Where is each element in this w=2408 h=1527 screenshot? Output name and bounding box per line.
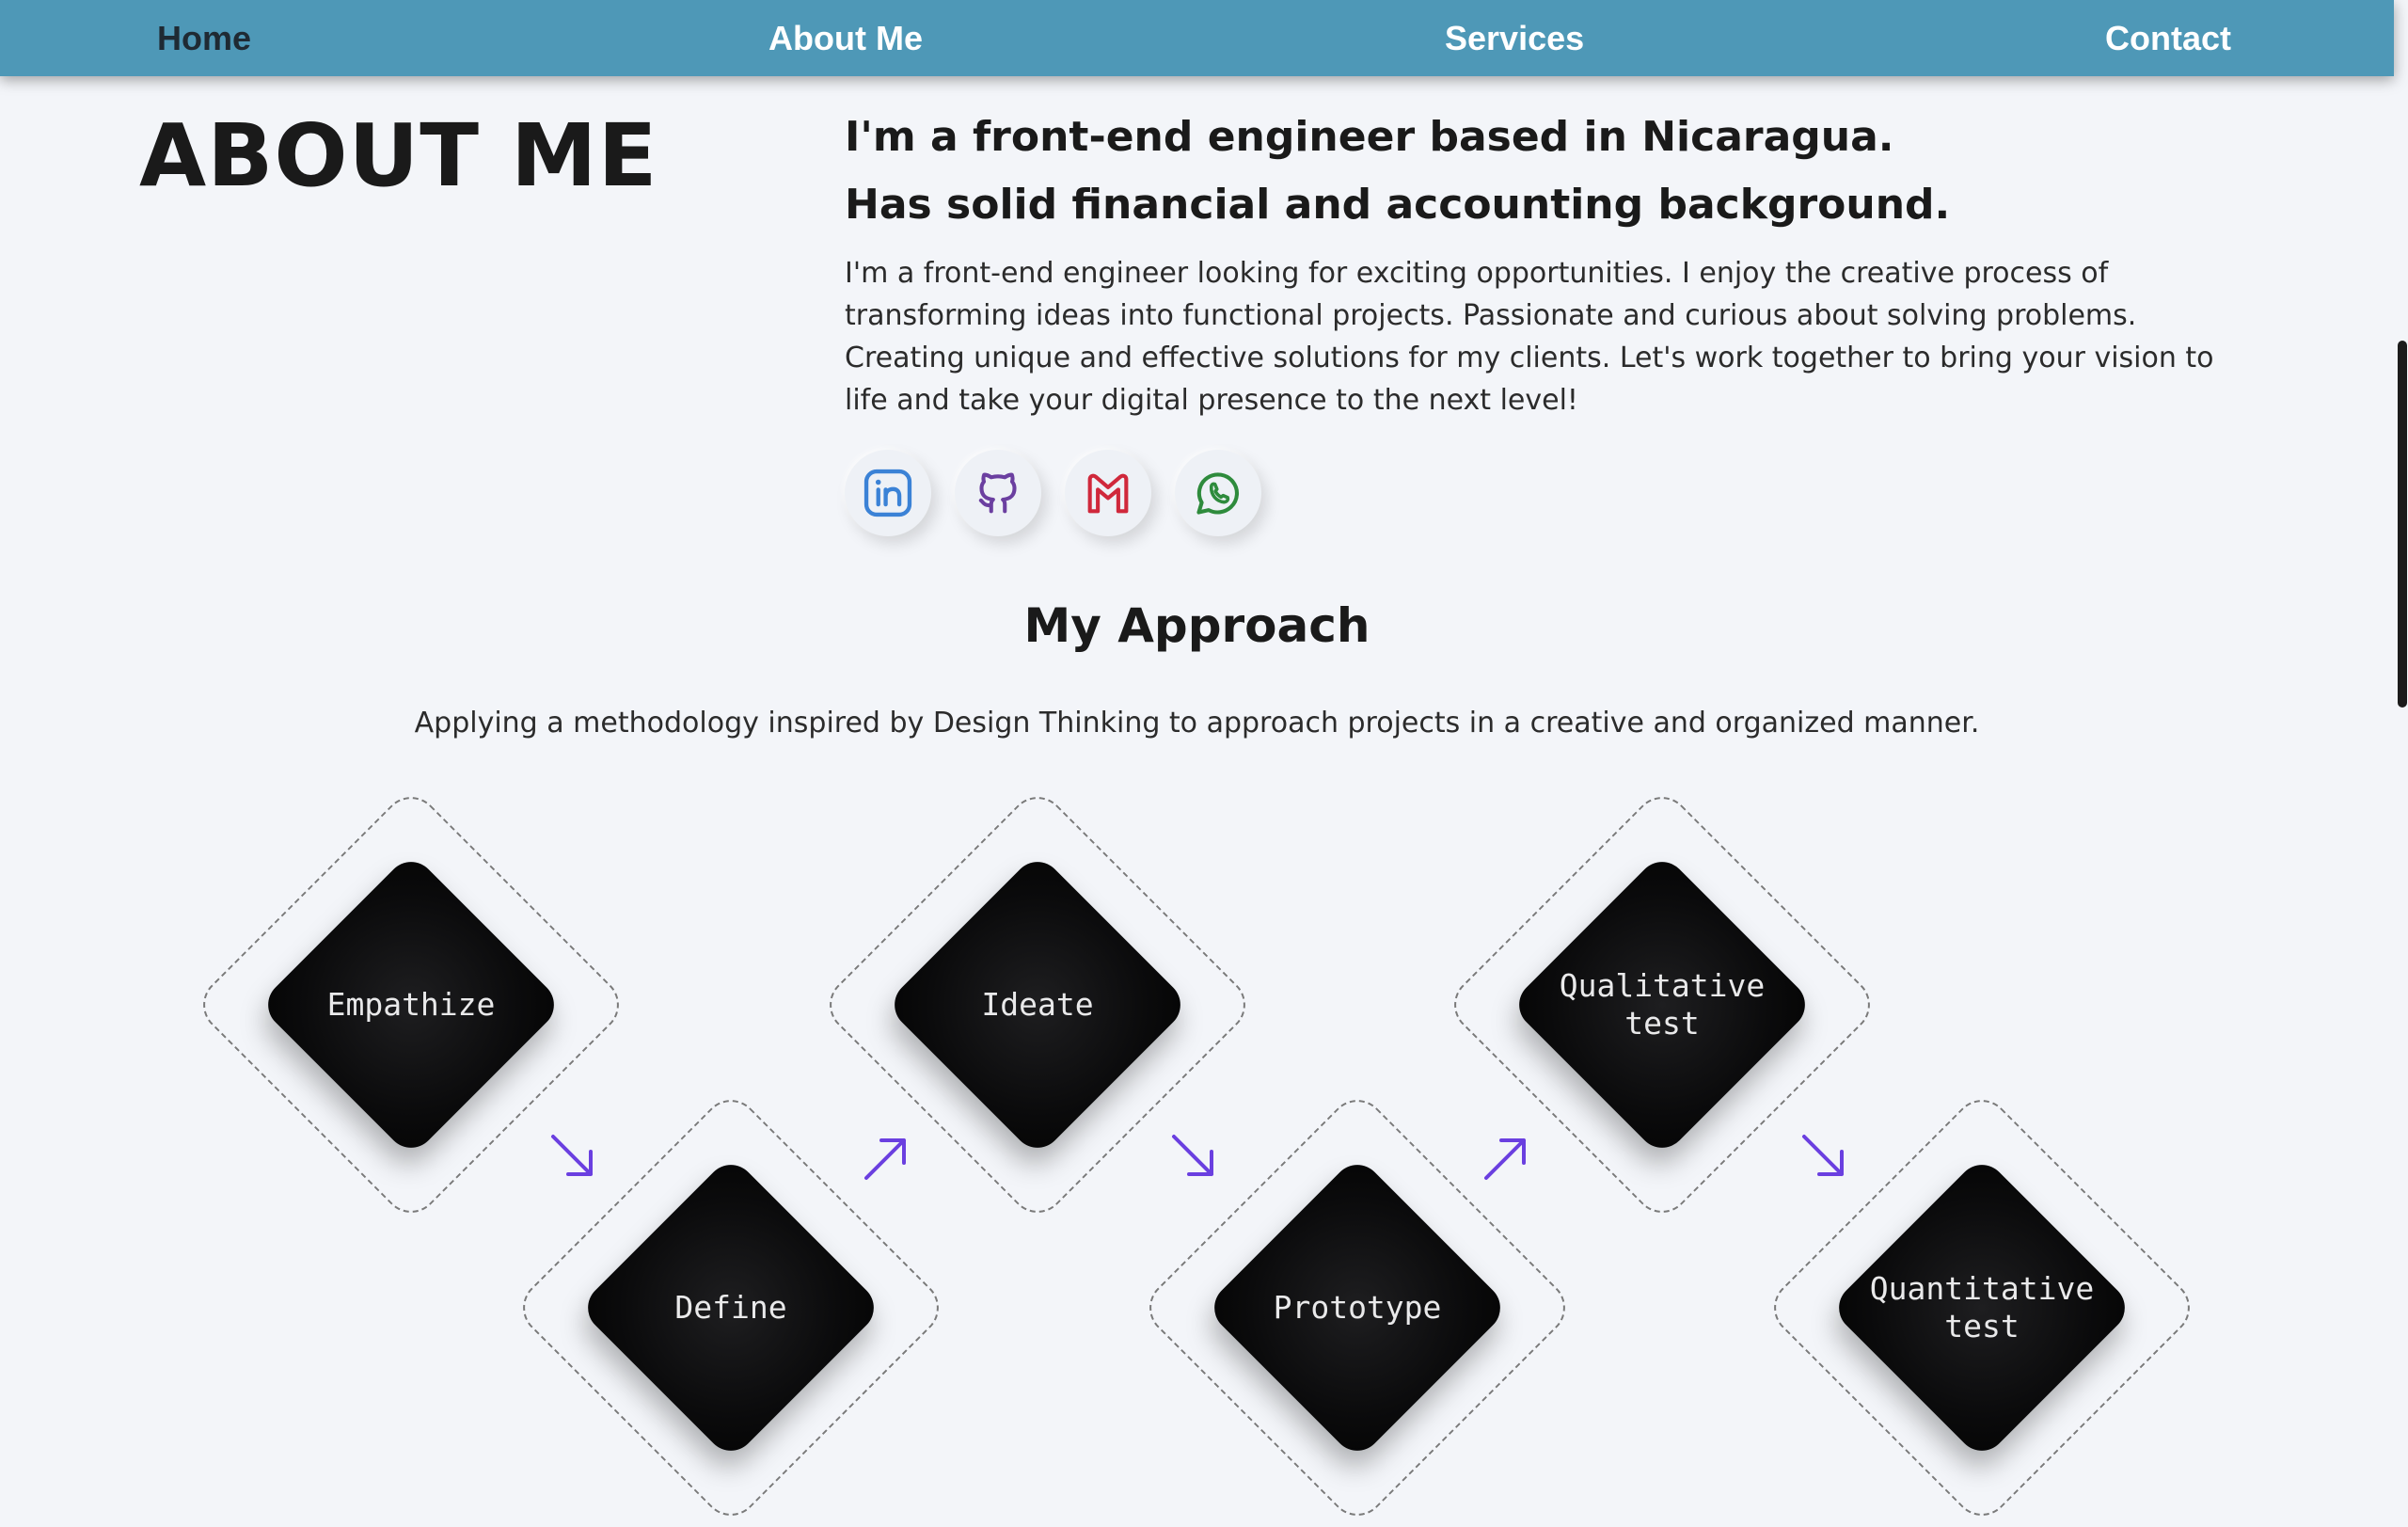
linkedin-button[interactable] <box>845 450 931 536</box>
nav-services-link[interactable]: Services <box>1445 0 1584 76</box>
approach-subtitle: Applying a methodology inspired by Desig… <box>414 707 1980 740</box>
github-icon <box>978 472 1017 514</box>
step-define: Define <box>511 1088 951 1527</box>
nav-home-link[interactable]: Home <box>157 0 251 76</box>
linkedin-icon <box>863 469 912 517</box>
step-label: Define <box>674 1289 787 1326</box>
github-button[interactable] <box>955 450 1041 536</box>
about-heading: ABOUT ME <box>139 105 658 206</box>
step-quantitative-test: Quantitative test <box>1762 1088 2202 1527</box>
step-label: Prototype <box>1273 1289 1442 1326</box>
headline-line-1: I'm a front-end engineer based in Nicara… <box>845 113 1894 161</box>
nav-about-link[interactable]: About Me <box>768 0 923 76</box>
whatsapp-icon <box>1196 472 1239 515</box>
gmail-button[interactable] <box>1065 450 1151 536</box>
about-bio: I'm a front-end engineer looking for exc… <box>845 257 2214 417</box>
about-headline: I'm a front-end engineer based in Nicara… <box>845 103 1950 239</box>
approach-title: My Approach <box>1023 598 1370 653</box>
whatsapp-button[interactable] <box>1175 450 1261 536</box>
step-label: Quantitative test <box>1869 1270 2095 1344</box>
top-nav: Home About Me Services Contact <box>0 0 2394 76</box>
headline-line-2: Has solid financial and accounting backg… <box>845 181 1951 229</box>
gmail-icon <box>1087 473 1129 514</box>
scrollbar-thumb[interactable] <box>2398 341 2407 708</box>
nav-contact-link[interactable]: Contact <box>2105 0 2231 76</box>
step-prototype: Prototype <box>1137 1088 1577 1527</box>
